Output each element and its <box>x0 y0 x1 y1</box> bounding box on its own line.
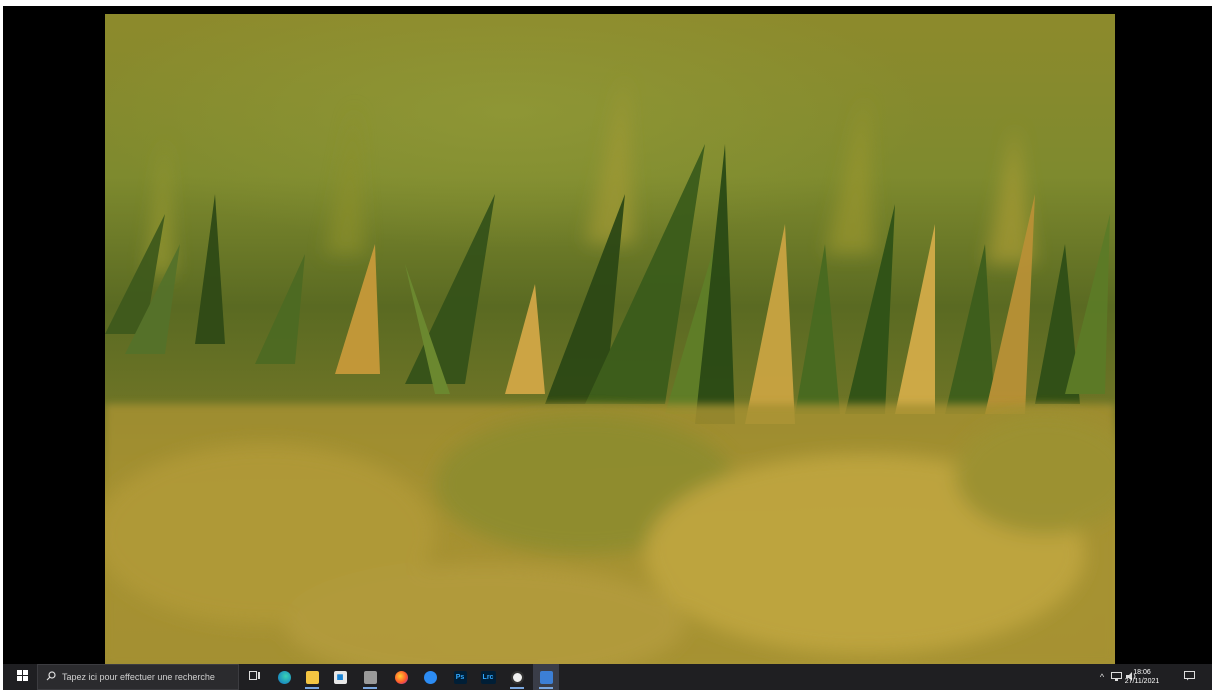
start-button[interactable] <box>7 664 37 690</box>
task-view-button[interactable] <box>244 664 266 690</box>
edge-icon <box>277 670 291 684</box>
desktop-screen <box>3 6 1212 690</box>
camera-icon <box>363 670 377 684</box>
windows-logo-icon <box>16 668 28 686</box>
store-icon: ▦ <box>333 670 347 684</box>
taskbar-app-edge[interactable] <box>273 664 295 690</box>
notification-icon <box>1183 668 1195 686</box>
taskbar-app-firefox[interactable] <box>390 664 412 690</box>
show-hidden-icons-button[interactable]: ^ <box>1096 664 1108 690</box>
chevron-up-icon: ^ <box>1099 672 1105 682</box>
grass-photo <box>105 14 1115 664</box>
chat-icon <box>423 670 437 684</box>
clock-date: 27/11/2021 <box>1124 678 1160 685</box>
photoshop-icon: Ps <box>453 670 467 684</box>
running-indicator <box>539 687 553 689</box>
taskbar-app-camera[interactable] <box>359 664 381 690</box>
running-indicator <box>510 687 524 689</box>
circle-app-icon <box>510 670 524 684</box>
taskbar-app-photoshop[interactable]: Ps <box>449 664 471 690</box>
lightroom-icon: Lrc <box>480 670 496 684</box>
folder-icon <box>305 670 319 684</box>
running-indicator <box>363 687 377 689</box>
search-input[interactable]: Tapez ici pour effectuer une recherche <box>37 664 239 690</box>
grass-blades <box>105 74 1115 664</box>
search-icon <box>46 668 56 686</box>
taskbar-app-messenger[interactable] <box>419 664 441 690</box>
clock-time: 18:06 <box>1133 669 1151 676</box>
running-indicator <box>305 687 319 689</box>
taskbar-app-file-explorer[interactable] <box>301 664 323 690</box>
taskbar-app-circle[interactable] <box>506 664 528 690</box>
task-view-icon <box>249 668 261 686</box>
firefox-icon <box>394 670 408 684</box>
clock[interactable]: 18:06 27/11/2021 <box>1118 664 1166 690</box>
taskbar-app-lightroom[interactable]: Lrc <box>477 664 499 690</box>
taskbar-app-store[interactable]: ▦ <box>329 664 351 690</box>
taskbar: Tapez ici pour effectuer une recherche ▦… <box>3 664 1212 690</box>
notification-center-button[interactable] <box>1178 664 1200 690</box>
photos-icon <box>539 670 553 684</box>
taskbar-app-photos[interactable] <box>533 664 559 690</box>
search-placeholder: Tapez ici pour effectuer une recherche <box>62 672 215 682</box>
